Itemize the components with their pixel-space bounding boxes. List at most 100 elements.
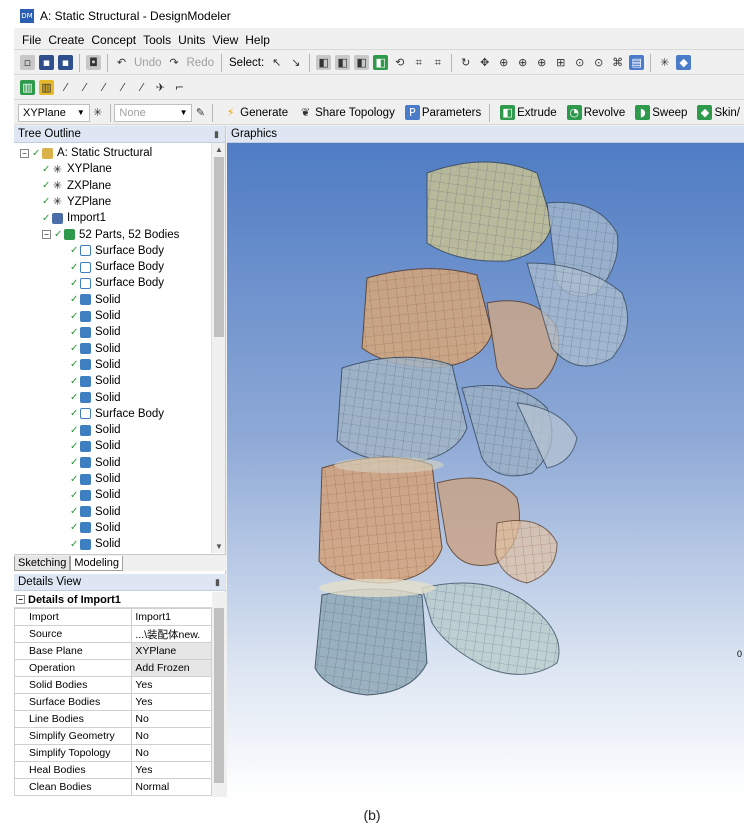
property-value[interactable]: Yes (131, 761, 212, 779)
menu-create[interactable]: Create (48, 33, 84, 47)
tree-item-surface[interactable]: ✓ Surface Body (70, 275, 164, 291)
property-value[interactable]: Normal (131, 778, 212, 796)
property-row[interactable]: Solid Bodies Yes (14, 676, 212, 694)
select-mode-icon[interactable]: ↖ (269, 55, 284, 70)
new-sketch-icon[interactable]: ✎ (194, 105, 206, 120)
body-filter-icon[interactable]: ◧ (373, 55, 389, 70)
extrude-button[interactable]: ◧ Extrude (498, 105, 557, 120)
tree-item-plane[interactable]: ✓ ✳ ZXPlane (42, 178, 111, 194)
box-select-alt-icon[interactable]: ⌗ (430, 55, 445, 70)
property-value[interactable]: Yes (131, 676, 212, 694)
tab-sketching[interactable]: Sketching (14, 556, 71, 571)
scroll-down-icon[interactable]: ▼ (212, 542, 226, 551)
plane-select[interactable]: XYPlane ▼ (18, 103, 90, 122)
edge-thickness-icon[interactable]: ⁄ (134, 80, 149, 95)
property-row[interactable]: Import Import1 (14, 608, 212, 626)
tree-item-surface[interactable]: ✓ Surface Body (70, 243, 164, 259)
property-row[interactable]: Simplify Topology No (14, 744, 212, 762)
new-plane-icon[interactable]: ✳ (92, 105, 104, 120)
tree-item-solid[interactable]: ✓Solid (70, 520, 121, 536)
parameters-button[interactable]: P Parameters (403, 105, 481, 120)
pin-icon[interactable]: ✈ (153, 80, 168, 95)
tree-item-import[interactable]: ✓ Import1 (42, 210, 106, 226)
property-value[interactable]: No (131, 727, 212, 745)
export-icon[interactable]: ▪ (58, 55, 73, 70)
tree-item-solid[interactable]: ✓Solid (70, 553, 121, 554)
tree-item-solid[interactable]: ✓Solid (70, 487, 121, 503)
rotate-icon[interactable]: ↻ (458, 55, 473, 70)
property-value[interactable]: Import1 (131, 608, 212, 626)
tab-modeling[interactable]: Modeling (70, 556, 123, 571)
property-value[interactable]: Yes (131, 693, 212, 711)
details-scrollbar[interactable] (212, 592, 226, 797)
property-row[interactable]: Source ...\装配体new. (14, 625, 212, 643)
iso-view-icon[interactable]: ⌘ (610, 55, 625, 70)
scroll-up-icon[interactable]: ▲ (212, 145, 226, 154)
property-row[interactable]: Base Plane XYPlane (14, 642, 212, 660)
tree-item-solid[interactable]: ✓Solid (70, 471, 121, 487)
tree-item-solid[interactable]: ✓Solid (70, 504, 121, 520)
vertebra-l5[interactable] (314, 582, 560, 696)
property-value[interactable]: XYPlane (131, 642, 212, 660)
display-plane-icon[interactable]: ▤ (629, 55, 645, 70)
menu-view[interactable]: View (212, 33, 238, 47)
save-icon[interactable]: ▪ (39, 55, 54, 70)
sweep-button[interactable]: ◗ Sweep (633, 105, 687, 120)
collapse-icon[interactable]: − (20, 148, 29, 158)
property-value[interactable]: No (131, 710, 212, 728)
flag-icon[interactable]: ⌐ (172, 80, 187, 95)
tree-item-surface[interactable]: ✓ Surface Body (70, 259, 164, 275)
tree-item-solid[interactable]: ✓Solid (70, 308, 121, 324)
point-filter-icon[interactable]: ◧ (316, 55, 332, 70)
property-value[interactable]: ...\装配体new. (131, 625, 212, 643)
zoom-fit-icon[interactable]: ⊞ (553, 55, 568, 70)
revolve-button[interactable]: ◔ Revolve (565, 105, 625, 120)
edge-display-icon[interactable]: ⁄ (96, 80, 111, 95)
tree-item-plane[interactable]: ✓ ✳ XYPlane (42, 161, 112, 177)
collapse-icon[interactable]: − (16, 595, 25, 604)
details-group-header[interactable]: − Details of Import1 (14, 592, 226, 608)
tree-item-solid[interactable]: ✓Solid (70, 373, 121, 389)
property-row[interactable]: Clean Bodies Normal (14, 778, 212, 796)
share-topology-button[interactable]: ❦ Share Topology (296, 105, 395, 120)
edge-joint-alt-icon[interactable]: ⁄ (77, 80, 92, 95)
zoom-box-icon[interactable]: ⊕ (534, 55, 549, 70)
pin-icon[interactable]: ▮ (214, 129, 219, 140)
tree-item-surface[interactable]: ✓ Surface Body (70, 406, 164, 422)
extend-selection-icon[interactable]: ⟲ (392, 55, 407, 70)
tree-item-solid[interactable]: ✓Solid (70, 341, 121, 357)
tree-scrollbar[interactable]: ▲ ▼ (211, 143, 225, 553)
redo-icon[interactable]: ↷ (167, 55, 182, 70)
zoom-icon[interactable]: ⊕ (496, 55, 511, 70)
menu-tools[interactable]: Tools (143, 33, 171, 47)
pan-icon[interactable]: ✥ (477, 55, 492, 70)
magnifier-icon[interactable]: ⊙ (572, 55, 587, 70)
property-value[interactable]: Add Frozen (131, 659, 212, 677)
sketch-select[interactable]: None ▼ (114, 103, 193, 122)
property-row[interactable]: Surface Bodies Yes (14, 693, 212, 711)
new-icon[interactable]: ▫ (20, 55, 35, 70)
tree-item-parts[interactable]: − ✓ 52 Parts, 52 Bodies (42, 227, 179, 243)
edge-display-alt-icon[interactable]: ⁄ (115, 80, 130, 95)
select-filter-icon[interactable]: ↘ (288, 55, 303, 70)
tree-item-solid[interactable]: ✓Solid (70, 390, 121, 406)
intervertebral-disc[interactable] (334, 457, 444, 473)
tree-item-solid[interactable]: ✓Solid (70, 357, 121, 373)
edge-joint-icon[interactable]: ⁄ (58, 80, 73, 95)
tree-item-solid[interactable]: ✓Solid (70, 438, 121, 454)
triad-icon[interactable]: ✳ (657, 55, 672, 70)
display-model-icon[interactable]: ◆ (676, 55, 692, 70)
undo-icon[interactable]: ↶ (114, 55, 129, 70)
redo-button[interactable]: Redo (187, 57, 215, 69)
property-value[interactable]: No (131, 744, 212, 762)
property-row[interactable]: Simplify Geometry No (14, 727, 212, 745)
face-filter-icon[interactable]: ◧ (354, 55, 370, 70)
undo-button[interactable]: Undo (134, 57, 162, 69)
menu-concept[interactable]: Concept (91, 33, 136, 47)
menu-file[interactable]: File (22, 33, 41, 47)
tree-item-solid[interactable]: ✓Solid (70, 455, 121, 471)
tree-item-solid[interactable]: ✓Solid (70, 324, 121, 340)
generate-button[interactable]: ⚡ Generate (221, 105, 288, 120)
vertebra-l4[interactable] (318, 456, 558, 584)
screenshot-icon[interactable]: ◘ (86, 55, 101, 70)
